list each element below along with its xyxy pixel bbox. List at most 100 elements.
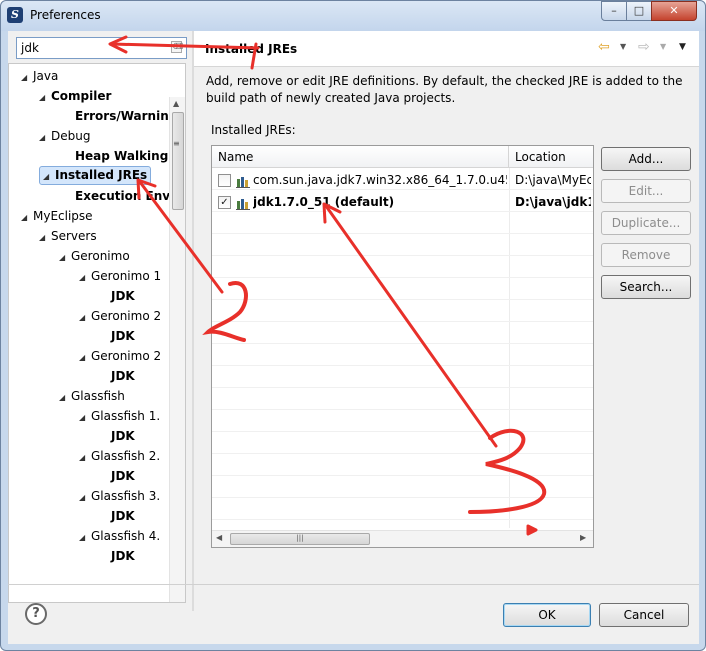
tree-item-label: JDK [111,289,135,303]
scroll-grip-icon: ≡ [173,139,180,148]
expand-arrow-icon[interactable]: ◢ [39,128,51,148]
tree-item[interactable]: ◢ MyEclipse [21,206,93,226]
app-icon: S [7,7,23,23]
tree-item[interactable]: ◢ Glassfish 2. [79,446,160,466]
expand-arrow-icon[interactable]: ◢ [39,88,51,108]
close-button[interactable]: ✕ [651,1,697,21]
expand-arrow-icon[interactable]: ◢ [43,168,55,185]
search-button[interactable]: Search... [601,275,691,299]
empty-table-row [212,258,593,278]
tree-item[interactable]: JDK [99,546,135,566]
tree-item-label: Debug [51,129,91,143]
tree-item-label: JDK [111,549,135,563]
table-horizontal-scrollbar[interactable]: ◀ ||| ▶ [212,530,593,547]
tree-item-label: Glassfish [71,389,125,403]
tree-item[interactable]: JDK [99,326,135,346]
tree-item-label: Glassfish 2. [91,449,161,463]
tree-item[interactable]: JDK [99,426,135,446]
table-scroll-thumb[interactable]: ||| [230,533,370,545]
remove-button[interactable]: Remove [601,243,691,267]
table-scroll-left-icon[interactable]: ◀ [216,533,222,542]
footer-separator [8,584,699,585]
tree-item-label: Geronimo 1 [91,269,162,283]
tree-item[interactable]: ◢ Geronimo [59,246,130,266]
tree-item[interactable]: ◢ Java [21,66,58,86]
tree-item[interactable]: ◢ Compiler [39,86,111,106]
tree-item[interactable]: Heap Walking [63,146,168,166]
edit-button[interactable]: Edit... [601,179,691,203]
empty-table-row [212,346,593,366]
jre-checkbox[interactable]: ✓ [218,196,231,209]
expand-arrow-icon[interactable]: ◢ [79,308,91,328]
expand-arrow-icon[interactable]: ◢ [39,228,51,248]
tree-item-label: Geronimo 2 [91,309,162,323]
tree-item-label: Servers [51,229,97,243]
tree-item-label: Geronimo [71,249,130,263]
jre-table: Name Location com.sun.java.jdk7.win32.x8… [211,145,594,548]
window-title: Preferences [30,8,101,22]
preference-tree: ◢ Java ◢ Compiler Errors/Warnin ◢ Debug Heap Wa… [8,63,186,603]
tree-item[interactable]: ◢ Geronimo 2 [79,346,161,366]
expand-arrow-icon[interactable]: ◢ [59,248,71,268]
clear-filter-icon[interactable]: ⌫ [171,41,183,53]
page-description: Add, remove or edit JRE definitions. By … [206,74,683,105]
tree-item[interactable]: ◢ Geronimo 1 [79,266,161,286]
tree-item-label: JDK [111,509,135,523]
expand-arrow-icon[interactable]: ◢ [79,448,91,468]
expand-arrow-icon[interactable]: ◢ [59,388,71,408]
tree-item-label: MyEclipse [33,209,93,223]
table-row[interactable]: com.sun.java.jdk7.win32.x86_64_1.7.0.u45… [212,170,593,190]
duplicate-button[interactable]: Duplicate... [601,211,691,235]
back-arrow-icon[interactable]: ⇦ [598,39,610,55]
cancel-button[interactable]: Cancel [599,603,689,627]
title-bar: S Preferences – □ ✕ [1,1,705,31]
tree-vertical-scrollbar[interactable]: ▲ ≡ ▼ [169,97,185,602]
tree-item[interactable]: JDK [99,366,135,386]
tree-scroll-thumb[interactable] [172,112,184,210]
tree-item[interactable]: ◢ Glassfish 1. [79,406,160,426]
expand-arrow-icon[interactable]: ◢ [79,268,91,288]
tree-item[interactable]: JDK [99,506,135,526]
ok-button[interactable]: OK [503,603,591,627]
column-header-location[interactable]: Location [509,146,593,168]
empty-table-row [212,368,593,388]
forward-dropdown-icon[interactable]: ▼ [660,42,666,51]
tree-item[interactable]: ◢ Glassfish [59,386,125,406]
back-dropdown-icon[interactable]: ▼ [620,42,626,51]
empty-table-row [212,456,593,476]
tree-item[interactable]: JDK [99,466,135,486]
tree-item-label: Geronimo 2 [91,349,162,363]
tree-item[interactable]: Execution Env [63,186,170,206]
tree-item[interactable]: ◢ Servers [39,226,97,246]
scroll-up-icon[interactable]: ▲ [173,99,179,108]
tree-item[interactable]: JDK [99,286,135,306]
expand-arrow-icon[interactable]: ◢ [79,408,91,428]
tree-item[interactable]: ◢ Glassfish 4. [79,526,160,546]
column-header-name[interactable]: Name [212,146,509,168]
expand-arrow-icon[interactable]: ◢ [79,348,91,368]
minimize-button[interactable]: – [601,1,627,21]
tree-item-label: Glassfish 4. [91,529,161,543]
tree-item[interactable]: ◢ Geronimo 2 [79,306,161,326]
tree-item[interactable]: Errors/Warnin [63,106,169,126]
empty-table-row [212,324,593,344]
expand-arrow-icon[interactable]: ◢ [21,208,33,228]
add-button[interactable]: Add... [601,147,691,171]
filter-input[interactable]: jdk [16,37,187,59]
help-icon[interactable]: ? [25,603,47,625]
view-menu-icon[interactable]: ▼ [679,42,686,52]
jre-checkbox[interactable] [218,174,231,187]
table-scroll-right-icon[interactable]: ▶ [580,533,586,542]
dialog-client: jdk ⌫ ◢ Java ◢ Compiler Errors/Warnin ◢ Debug H… [8,31,699,644]
tree-item-label: Glassfish 3. [91,489,161,503]
tree-item[interactable]: ◢ Glassfish 3. [79,486,160,506]
expand-arrow-icon[interactable]: ◢ [21,68,33,88]
tree-item[interactable]: ◢ Installed JREs [39,166,152,185]
forward-arrow-icon[interactable]: ⇨ [638,39,650,55]
expand-arrow-icon[interactable]: ◢ [79,528,91,548]
tree-item[interactable]: ◢ Debug [39,126,90,146]
empty-table-row [212,280,593,300]
maximize-button[interactable]: □ [626,1,652,21]
expand-arrow-icon[interactable]: ◢ [79,488,91,508]
table-row[interactable]: ✓ jdk1.7.0_51 (default) D:\java\jdk1 [212,192,593,212]
